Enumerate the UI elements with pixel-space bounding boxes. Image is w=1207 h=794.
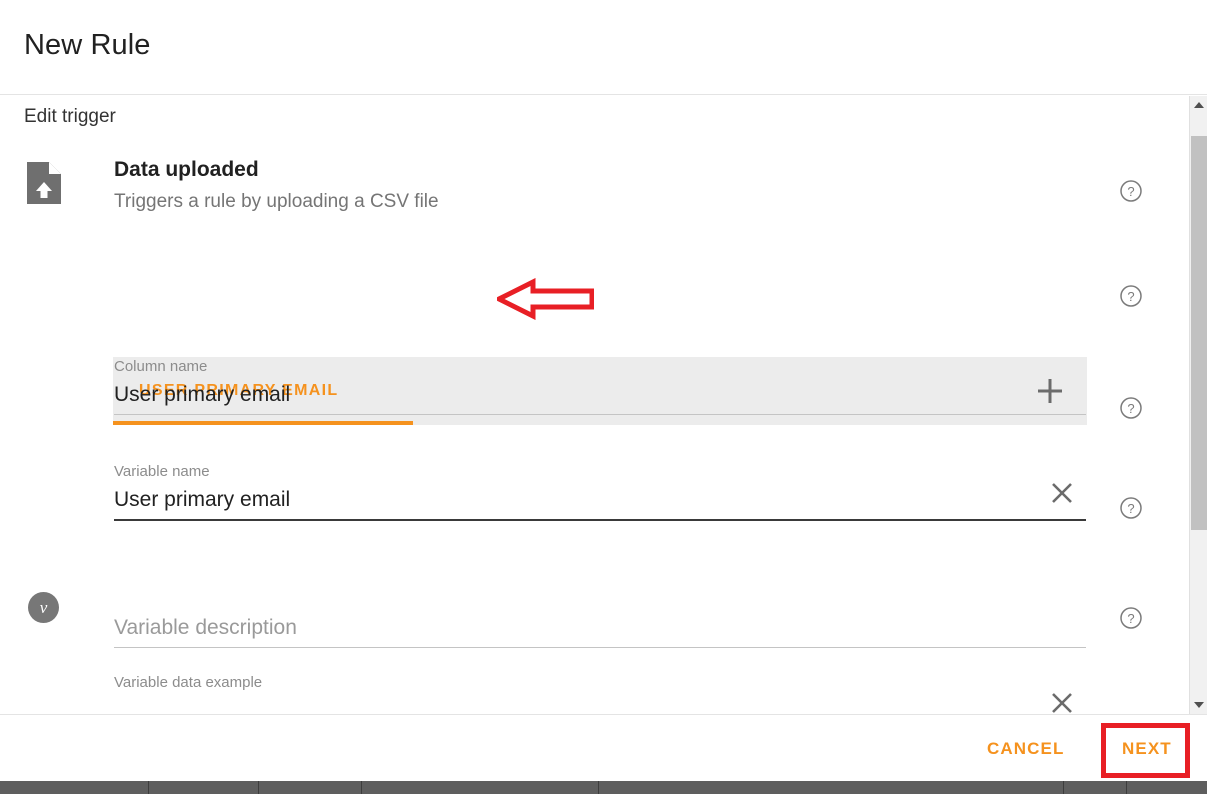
trigger-description: Triggers a rule by uploading a CSV file	[114, 191, 439, 212]
help-circle-icon[interactable]: ?	[1119, 606, 1143, 630]
svg-text:?: ?	[1127, 501, 1134, 516]
tab-active-underline	[113, 421, 413, 425]
section-title: Edit trigger	[24, 106, 116, 127]
bottom-strip	[0, 781, 1207, 794]
variable-data-example-input[interactable]	[114, 694, 1086, 714]
field-label: Variable data example	[114, 674, 263, 691]
strip-divider	[258, 781, 259, 794]
trigger-name: Data uploaded	[114, 158, 259, 181]
strip-divider	[361, 781, 362, 794]
help-circle-icon[interactable]: ?	[1119, 179, 1143, 203]
svg-text:?: ?	[1127, 401, 1134, 416]
field-variable-description: Variable description	[114, 591, 1086, 648]
field-label	[114, 591, 1086, 611]
help-circle-icon[interactable]: ?	[1119, 284, 1143, 308]
next-button[interactable]: NEXT	[1122, 739, 1172, 759]
help-circle-icon[interactable]: ?	[1119, 496, 1143, 520]
help-circle-icon[interactable]: ?	[1119, 396, 1143, 420]
field-underline	[114, 414, 1086, 415]
close-icon[interactable]	[1048, 479, 1076, 507]
dialog-scroll-body: Edit trigger Data uploaded Triggers a ru…	[0, 96, 1189, 714]
column-name-input[interactable]: User primary email	[114, 378, 1086, 411]
variable-badge: v	[28, 592, 59, 623]
field-variable-name: Variable name User primary email	[114, 463, 1086, 521]
variable-description-input[interactable]: Variable description	[114, 611, 1086, 644]
caret-up-glyph	[1194, 102, 1204, 108]
field-underline-focused	[114, 519, 1086, 521]
strip-divider	[598, 781, 599, 794]
file-upload-icon	[27, 162, 61, 204]
strip-divider	[148, 781, 149, 794]
close-icon[interactable]	[1048, 689, 1076, 714]
strip-divider	[1126, 781, 1127, 794]
field-label: Column name	[114, 358, 208, 375]
variable-name-input[interactable]: User primary email	[114, 483, 1086, 516]
cancel-button[interactable]: CANCEL	[987, 739, 1064, 759]
caret-down-icon[interactable]	[1190, 696, 1207, 714]
scroll-thumb[interactable]	[1191, 136, 1207, 530]
strip-divider	[1063, 781, 1064, 794]
svg-text:?: ?	[1127, 184, 1134, 199]
caret-up-icon[interactable]	[1190, 96, 1207, 114]
caret-down-glyph	[1194, 702, 1204, 708]
svg-text:?: ?	[1127, 289, 1134, 304]
field-variable-data-example: Variable data example	[114, 674, 1086, 714]
svg-text:?: ?	[1127, 611, 1134, 626]
red-left-arrow-annotation	[493, 277, 595, 321]
new-rule-dialog: New Rule Edit trigger Data uploaded Trig…	[0, 0, 1207, 794]
page-title: New Rule	[24, 29, 151, 61]
field-label: Variable name	[114, 463, 210, 480]
dialog-footer: CANCEL NEXT	[0, 714, 1207, 780]
field-column-name: Column name User primary email	[114, 358, 1086, 415]
dialog-title-bar: New Rule	[0, 0, 1207, 95]
vertical-scrollbar[interactable]	[1189, 96, 1207, 714]
field-underline	[114, 647, 1086, 648]
